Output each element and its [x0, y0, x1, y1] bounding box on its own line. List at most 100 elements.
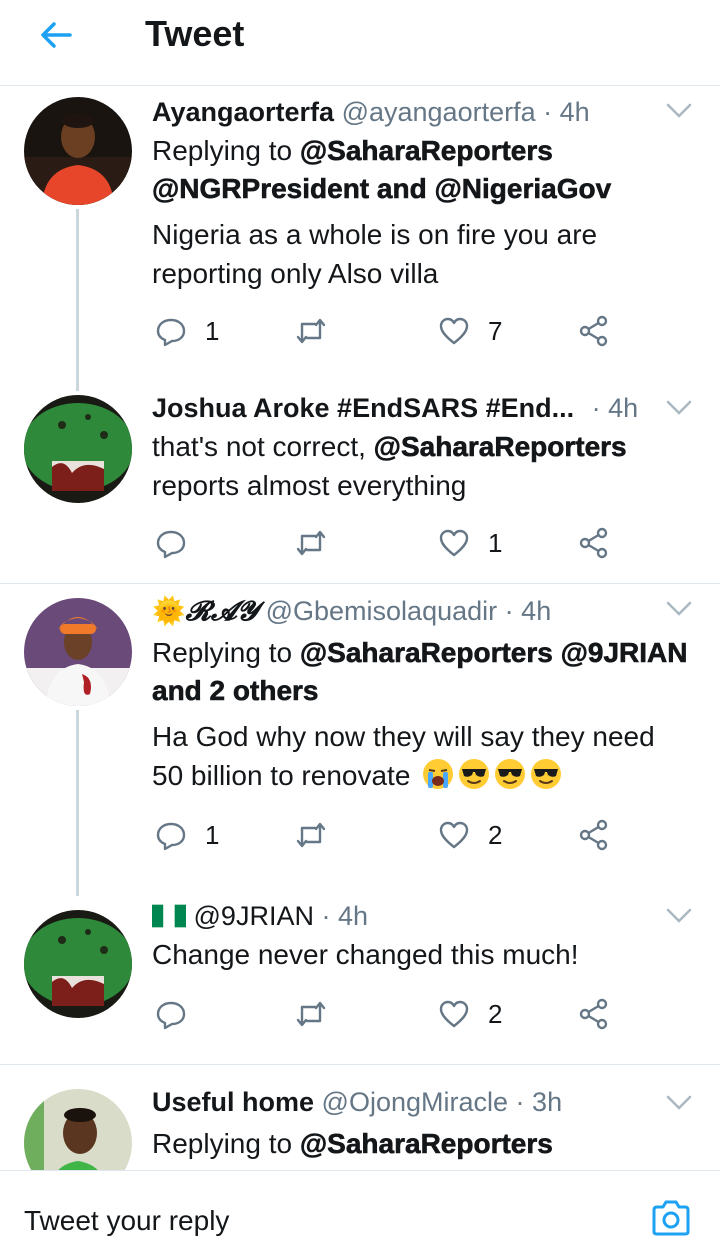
tweet-item[interactable]: Useful home @OjongMiracle · 3h Replying … [0, 1065, 720, 1170]
tweet-header: @9JRIAN · 4h [152, 898, 658, 934]
mention-link[interactable]: @NGRPresident and @NigeriaGov [152, 173, 612, 205]
share-icon [579, 527, 608, 559]
retweet-button[interactable] [295, 817, 345, 853]
share-button[interactable] [578, 313, 610, 349]
reply-count: 1 [205, 315, 220, 346]
heart-icon [439, 1000, 469, 1028]
display-name[interactable]: Useful home [152, 1087, 314, 1117]
tweet-text: that's not correct, @SaharaReporters rep… [152, 431, 627, 501]
replying-to: Replying to @SaharaReporters @9JRIAN and… [152, 637, 688, 707]
mention-link[interactable]: @SaharaReporters [300, 1128, 554, 1160]
reply-button[interactable]: 1 [155, 313, 219, 349]
tweet-header: Ayangaorterfa @ayangaorterfa · 4h [152, 97, 590, 127]
tweet-actions: 1 2 [155, 817, 625, 853]
mention-link[interactable]: @SaharaReporters @9JRIAN [300, 637, 688, 669]
retweet-button[interactable] [295, 313, 345, 349]
back-arrow-icon[interactable] [36, 15, 76, 55]
reply-button[interactable]: 1 [155, 817, 219, 853]
sunglasses-face-emoji [531, 759, 562, 789]
like-count: 2 [488, 819, 503, 850]
avatar[interactable] [24, 1089, 132, 1170]
avatar[interactable] [24, 395, 132, 503]
app-header: Tweet [0, 0, 720, 86]
user-handle[interactable]: @ayangaorterfa [342, 97, 536, 127]
chevron-down-icon[interactable] [666, 907, 692, 925]
replying-to: Replying to @SaharaReporters [152, 1128, 554, 1160]
user-handle[interactable]: @9JRIAN [194, 901, 314, 931]
tweet-item[interactable]: 🌞𝓡𝓐𝓨 @Gbemisolaquadir · 4h Replying to @… [0, 584, 720, 896]
like-button[interactable]: 1 [438, 525, 502, 561]
chevron-down-icon[interactable] [666, 399, 692, 417]
thread-line [76, 209, 79, 391]
timestamp: 4h [608, 393, 639, 423]
reply-icon [156, 1001, 186, 1030]
reply-composer[interactable]: Tweet your reply [0, 1170, 720, 1237]
page-title: Tweet [145, 13, 245, 54]
thread-line [76, 710, 79, 896]
tweet-actions: 1 7 [155, 313, 625, 349]
tweet-text: Nigeria as a whole is on fire you are re… [152, 219, 598, 289]
chevron-down-icon[interactable] [666, 600, 692, 618]
avatar[interactable] [24, 910, 132, 1018]
timestamp: 4h [559, 97, 590, 127]
avatar[interactable] [24, 598, 132, 706]
tweet-header: Joshua Aroke #EndSARS #End... · 4h [152, 393, 639, 423]
chevron-down-icon[interactable] [666, 1094, 692, 1112]
retweet-button[interactable] [295, 996, 345, 1032]
tweet-item[interactable]: @9JRIAN · 4h Change never changed this m… [0, 898, 720, 1064]
share-button[interactable] [578, 817, 610, 853]
reply-icon [156, 822, 186, 851]
reply-button[interactable] [155, 996, 205, 1032]
timestamp: 4h [521, 596, 552, 626]
mention-link[interactable]: and 2 others [152, 675, 319, 707]
share-icon [579, 315, 608, 347]
reply-button[interactable] [155, 525, 205, 561]
replying-to: Replying to @SaharaReporters @NGRPreside… [152, 135, 612, 205]
sunglasses-face-emoji [495, 759, 526, 789]
like-button[interactable]: 7 [438, 313, 502, 349]
sunglasses-face-emoji [459, 759, 490, 789]
retweet-icon [296, 530, 326, 556]
display-name[interactable]: Joshua Aroke #EndSARS #End... [152, 393, 574, 423]
display-name[interactable]: 𝓡𝓐𝓨 [186, 596, 258, 627]
mention-link[interactable]: @SaharaReporters [300, 135, 554, 167]
retweet-icon [296, 822, 326, 848]
tweet-text: Ha God why now they will say they need 5… [152, 721, 655, 791]
reply-icon [156, 318, 186, 347]
reply-input[interactable]: Tweet your reply [24, 1205, 229, 1237]
tweet-item[interactable]: Ayangaorterfa @ayangaorterfa · 4h Replyi… [0, 87, 720, 391]
share-button[interactable] [578, 525, 610, 561]
tweet-actions: 2 [155, 996, 625, 1032]
like-button[interactable]: 2 [438, 996, 502, 1032]
tweet-thread[interactable]: Ayangaorterfa @ayangaorterfa · 4h Replyi… [0, 87, 720, 1170]
loudly-crying-face-emoji [423, 759, 454, 789]
tweet-header: Useful home @OjongMiracle · 3h [152, 1087, 563, 1117]
camera-icon[interactable] [650, 1198, 692, 1236]
share-icon [579, 998, 608, 1030]
like-count: 2 [488, 998, 503, 1029]
heart-icon [439, 529, 469, 557]
share-button[interactable] [578, 996, 610, 1032]
reply-count: 1 [205, 819, 220, 850]
display-name[interactable]: Ayangaorterfa [152, 97, 334, 127]
like-count: 1 [488, 527, 503, 558]
tweet-text: Change never changed this much! [152, 939, 579, 970]
chevron-down-icon[interactable] [666, 102, 692, 120]
user-handle[interactable]: @OjongMiracle [322, 1087, 508, 1117]
tweet-header: 🌞𝓡𝓐𝓨 @Gbemisolaquadir · 4h [152, 596, 552, 627]
reply-icon [156, 530, 186, 559]
sun-emoji: 🌞 [152, 596, 186, 626]
timestamp: 3h [532, 1087, 563, 1117]
like-button[interactable]: 2 [438, 817, 502, 853]
tweet-actions: 1 [155, 525, 625, 561]
tweet-item[interactable]: Joshua Aroke #EndSARS #End... · 4h that'… [0, 387, 720, 583]
mention-link[interactable]: @SaharaReporters [373, 431, 627, 463]
retweet-icon [296, 318, 326, 344]
retweet-icon [296, 1001, 326, 1027]
heart-icon [439, 317, 469, 345]
user-handle[interactable]: @Gbemisolaquadir [266, 596, 498, 626]
retweet-button[interactable] [295, 525, 345, 561]
timestamp: 4h [337, 901, 369, 931]
like-count: 7 [488, 315, 503, 346]
avatar[interactable] [24, 97, 132, 205]
